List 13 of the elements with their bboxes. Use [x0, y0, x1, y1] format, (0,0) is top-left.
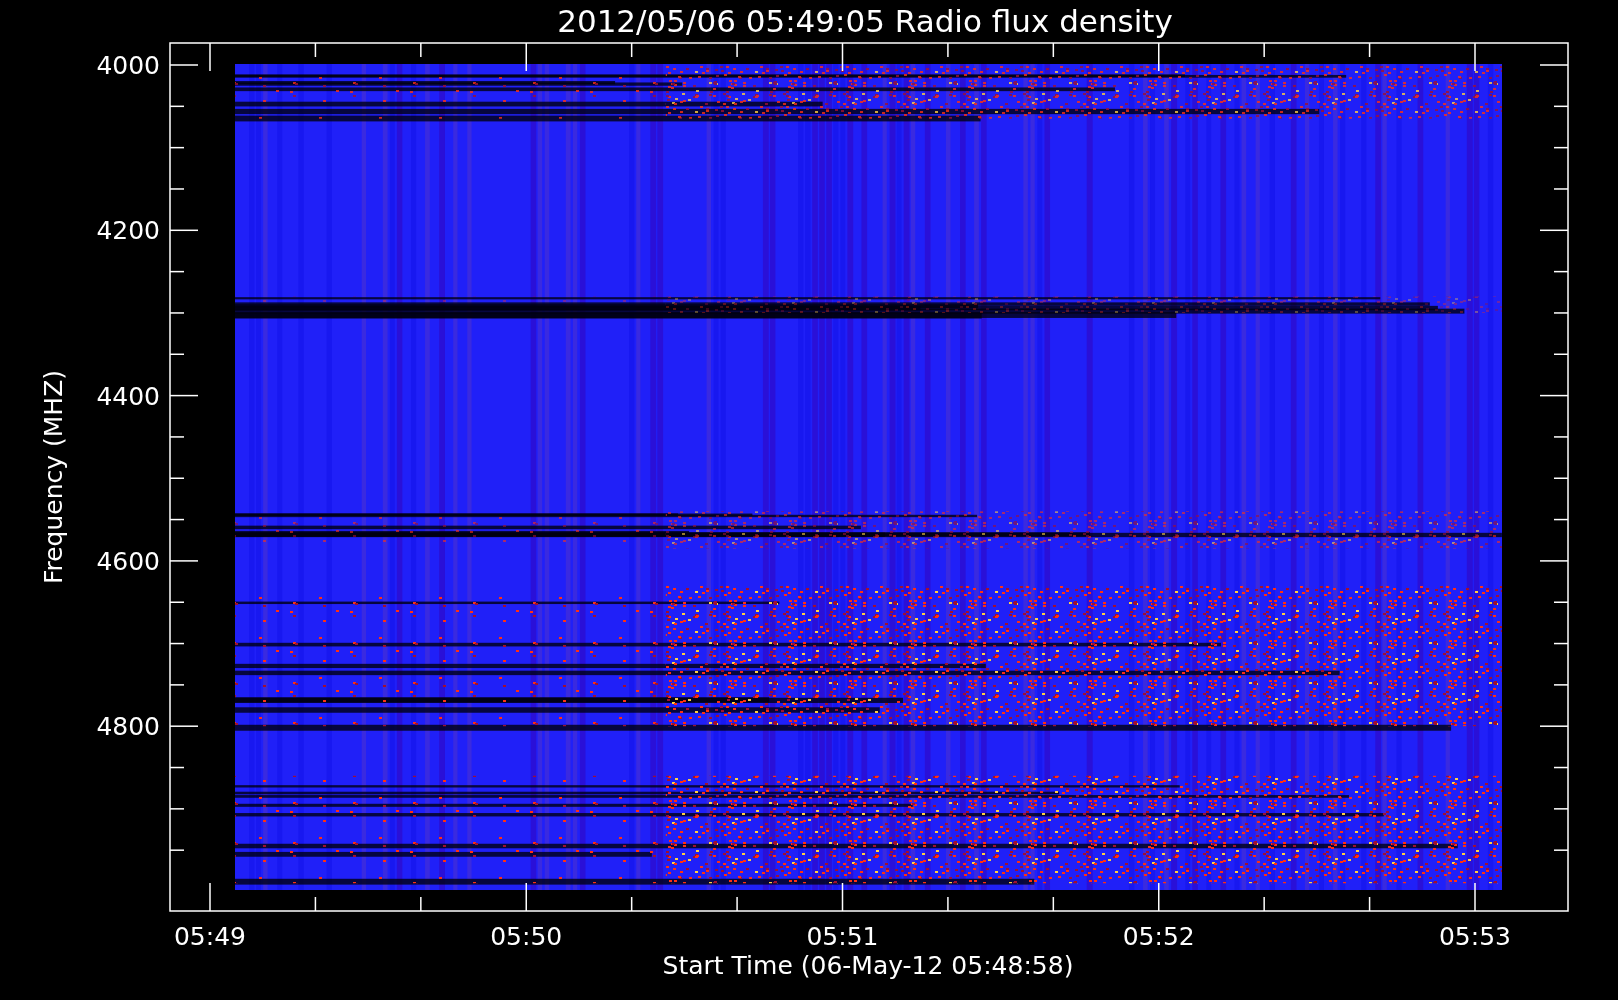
chart-title: 2012/05/06 05:49:05 Radio flux density — [557, 3, 1173, 39]
y-tick-label: 4600 — [96, 546, 160, 576]
y-tick-label: 4400 — [96, 381, 160, 411]
x-tick-label: 05:49 — [174, 922, 246, 951]
x-axis-label: Start Time (06-May-12 05:48:58) — [662, 951, 1074, 980]
x-tick-label: 05:50 — [490, 922, 563, 951]
x-tick-label: 05:52 — [1122, 922, 1195, 951]
y-tick-label: 4200 — [96, 216, 160, 246]
y-tick-label: 4800 — [96, 712, 160, 742]
x-tick-label: 05:53 — [1439, 922, 1511, 951]
y-axis-label: Frequency (MHZ) — [39, 369, 68, 585]
x-tick-label: 05:51 — [806, 922, 879, 951]
y-tick-label: 4000 — [96, 51, 160, 80]
